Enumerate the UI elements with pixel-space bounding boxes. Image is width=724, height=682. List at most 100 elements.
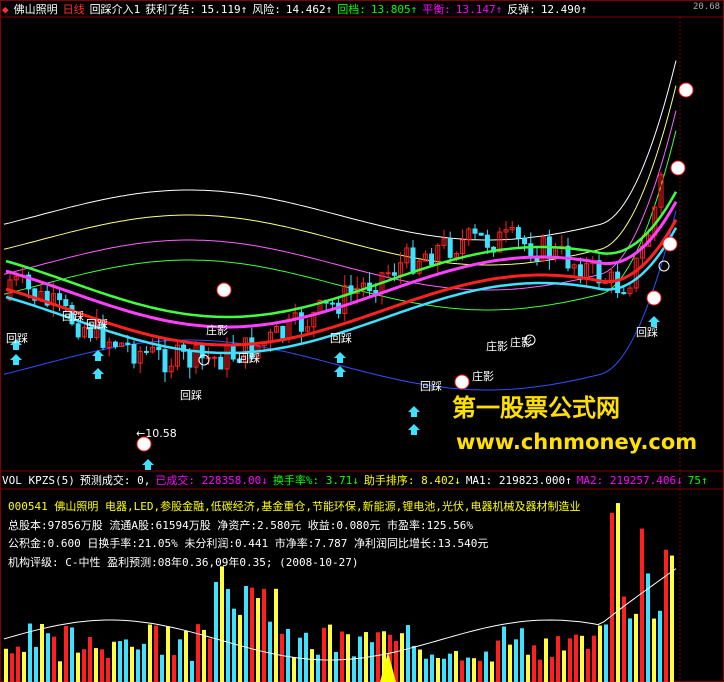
volume-bar xyxy=(424,658,428,682)
volume-bar xyxy=(16,646,20,682)
volume-bar xyxy=(250,587,254,682)
volume-bar xyxy=(562,650,566,682)
volume-bar xyxy=(586,648,590,682)
huicai-label: 回踩 xyxy=(420,380,442,393)
watermark-url: www.chnmoney.com xyxy=(456,430,698,454)
volume-bar xyxy=(112,641,116,682)
volume-bar xyxy=(262,588,266,682)
huicai-label: 回踩 xyxy=(62,310,84,323)
volume-bar xyxy=(370,642,374,682)
candle-body xyxy=(187,350,193,368)
watermark-title: 第一股票公式网 xyxy=(452,394,620,422)
volume-header-item-7: 75↑ xyxy=(687,474,708,487)
volume-bar xyxy=(418,649,422,682)
volume-bar xyxy=(172,655,176,682)
header-indicator-4: 平衡: xyxy=(422,3,451,16)
volume-bar xyxy=(268,621,272,682)
stock-info-line-2: 总股本:97856万股 流通A股:61594万股 净资产:2.580元 收益:0… xyxy=(8,519,474,532)
volume-bar xyxy=(82,649,86,682)
volume-bar xyxy=(256,598,260,682)
volume-bar xyxy=(514,639,518,682)
volume-header-item-2: 已成交: 228358.00↓ xyxy=(155,474,268,487)
volume-bar xyxy=(118,641,122,682)
huicai-label: 回踩 xyxy=(636,326,658,339)
band-upper-line xyxy=(3,60,677,241)
candle-body xyxy=(143,350,149,353)
volume-bar xyxy=(640,528,644,682)
volume-bar xyxy=(286,628,290,682)
volume-bar xyxy=(130,646,134,682)
volume-header-item-1: 预测成交: 0, xyxy=(79,474,151,487)
volume-bar xyxy=(238,614,242,682)
volume-bar xyxy=(34,646,38,682)
volume-bar xyxy=(322,627,326,682)
volume-header-item-0: VOL KPZS(5) xyxy=(2,474,75,487)
candle-body xyxy=(75,323,81,338)
candle-body xyxy=(298,312,304,332)
volume-bar xyxy=(352,656,356,682)
volume-bar xyxy=(400,633,404,682)
volume-bar xyxy=(670,555,674,682)
volume-bar xyxy=(412,645,416,682)
stock-info-line-3: 公积金:0.600 日换手率:21.05% 未分利润:0.441 市净率:7.7… xyxy=(8,537,489,550)
volume-bar xyxy=(202,629,206,682)
stock-info-line-1: 000541 佛山照明 电器,LED,参股金融,低碳经济,基金重仓,节能环保,新… xyxy=(8,500,581,513)
smiley-icon xyxy=(454,374,470,390)
volume-bar xyxy=(10,653,14,682)
volume-bar xyxy=(208,638,212,682)
header-indicator-2: 风险: xyxy=(252,3,281,16)
header-up-arrow-icon: ◆ xyxy=(2,3,9,16)
volume-bar xyxy=(94,648,98,682)
volume-bar xyxy=(184,631,188,682)
volume-bar xyxy=(520,628,524,682)
volume-bar xyxy=(658,610,662,682)
volume-bar xyxy=(466,657,470,682)
candle-body xyxy=(329,302,335,305)
volume-header-item-4: 助手排序: 8.402↓ xyxy=(363,474,461,487)
volume-bar xyxy=(274,588,278,682)
volume-indicator-header: VOL KPZS(5) 预测成交: 0, 已成交: 228358.00↓ 换手率%: … xyxy=(2,474,713,488)
up-house-icon xyxy=(334,366,346,377)
volume-bar xyxy=(328,624,332,682)
period-label[interactable]: 日线 xyxy=(63,3,85,16)
zhuangying-label: 庄影 xyxy=(472,370,494,383)
volume-bar xyxy=(436,658,440,682)
volume-bar xyxy=(346,634,350,682)
volume-bar xyxy=(394,640,398,682)
smiley-icon xyxy=(678,82,694,98)
volume-bar xyxy=(64,626,68,682)
volume-bar xyxy=(280,633,284,682)
volume-bar xyxy=(496,640,500,682)
volume-bar xyxy=(178,639,182,682)
volume-bar xyxy=(166,626,170,682)
volume-bar xyxy=(598,625,602,682)
huicai-label: 回踩 xyxy=(6,332,28,345)
volume-bar xyxy=(70,627,74,682)
volume-bar xyxy=(310,649,314,682)
volume-bar xyxy=(652,618,656,682)
up-house-icon xyxy=(10,354,22,365)
header-indicator-3: 回档: xyxy=(337,3,366,16)
volume-bar xyxy=(58,661,62,682)
candle-body xyxy=(621,292,627,295)
candle-body xyxy=(484,234,490,248)
volume-bar xyxy=(616,503,620,682)
volume-bar xyxy=(574,634,578,682)
candle-body xyxy=(156,346,162,351)
volume-bar xyxy=(148,624,152,682)
volume-bar xyxy=(454,651,458,682)
volume-bar xyxy=(244,585,248,682)
candlestick-chart[interactable] xyxy=(0,0,724,682)
volume-header-item-5: MA1: 219823.000↑ xyxy=(465,474,572,487)
volume-bar xyxy=(550,656,554,682)
candle-body xyxy=(112,341,118,347)
smiley-icon xyxy=(646,290,662,306)
volume-bar xyxy=(502,626,506,682)
volume-bar xyxy=(484,651,488,682)
volume-bar xyxy=(190,660,194,682)
stock-chart-window: ◆ 佛山照明 日线 回踩介入1 获利了结: 15.119↑ 风险: 14.462↑ 回档: 13.… xyxy=(0,0,724,682)
header-indicator-value-3: 13.805↑ xyxy=(370,3,418,16)
volume-bar xyxy=(220,566,224,682)
smiley-icon xyxy=(662,236,678,252)
header-indicator-value-1: 15.119↑ xyxy=(200,3,248,16)
